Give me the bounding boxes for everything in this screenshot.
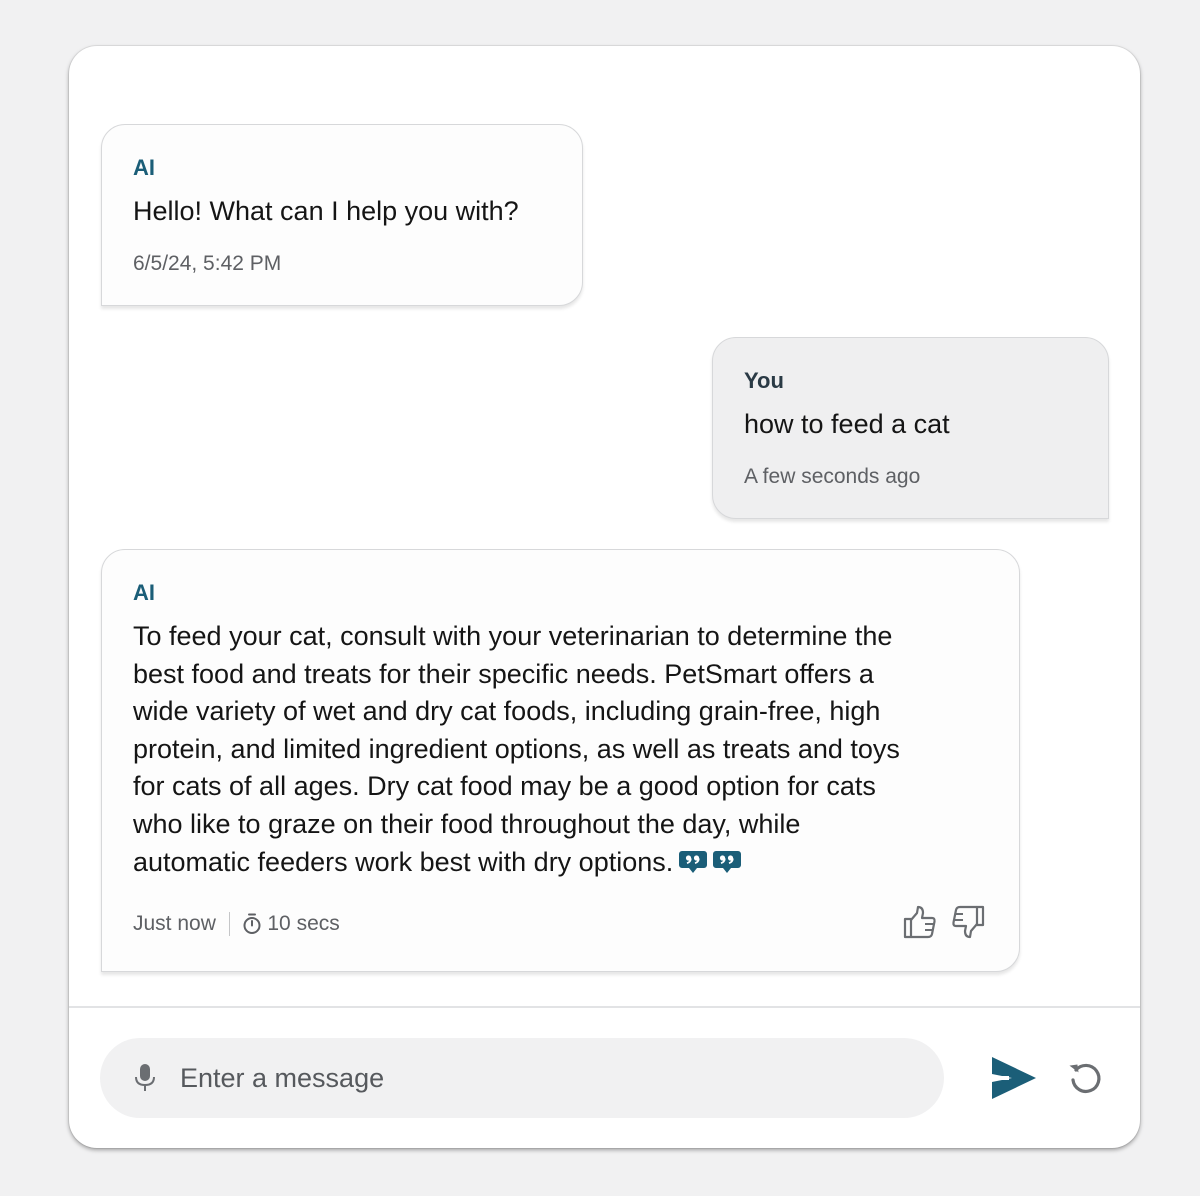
thumbs-down-icon[interactable] [950,904,986,940]
microphone-icon[interactable] [134,1063,156,1093]
composer-divider [69,1006,1140,1008]
message-text: To feed your cat, consult with your vete… [133,618,900,881]
user-message-bubble: You how to feed a cat A few seconds ago [712,337,1109,519]
message-line: automatic feeders work best with dry opt… [133,846,674,877]
message-line: best food and treats for their specific … [133,658,874,689]
message-line-last: automatic feeders work best with dry opt… [133,844,900,882]
message-line: wide variety of wet and dry cat foods, i… [133,696,881,727]
message-line: for cats of all ages. Dry cat food may b… [133,771,876,802]
message-timestamp: 6/5/24, 5:42 PM [133,252,282,275]
timer-icon [243,913,261,934]
response-duration: 10 secs [267,912,340,935]
message-composer[interactable] [100,1038,944,1118]
send-icon[interactable] [988,1053,1038,1103]
citation-quote-icon[interactable] [679,850,708,874]
ai-message-bubble: AI To feed your cat, consult with your v… [101,549,1020,972]
message-text: Hello! What can I help you with? [133,196,519,226]
sender-label: You [744,368,784,393]
message-input[interactable] [180,1062,880,1094]
feedback-buttons [902,904,986,940]
ai-message-bubble: AI Hello! What can I help you with? 6/5/… [101,124,583,306]
message-meta: Just now 10 secs [133,912,340,936]
sender-label: AI [133,580,155,605]
message-line: To feed your cat, consult with your vete… [133,621,893,651]
restart-icon[interactable] [1067,1059,1105,1097]
sender-label: AI [133,155,155,180]
meta-divider [228,912,231,936]
message-text: how to feed a cat [744,409,950,439]
citation-quote-icon[interactable] [713,850,742,874]
message-timestamp: Just now [133,912,216,935]
chat-window: AI Hello! What can I help you with? 6/5/… [69,46,1140,1148]
thumbs-up-icon[interactable] [902,904,938,940]
message-line: protein, and limited ingredient options,… [133,733,900,764]
message-line: who like to graze on their food througho… [133,808,801,839]
message-timestamp: A few seconds ago [744,465,921,488]
